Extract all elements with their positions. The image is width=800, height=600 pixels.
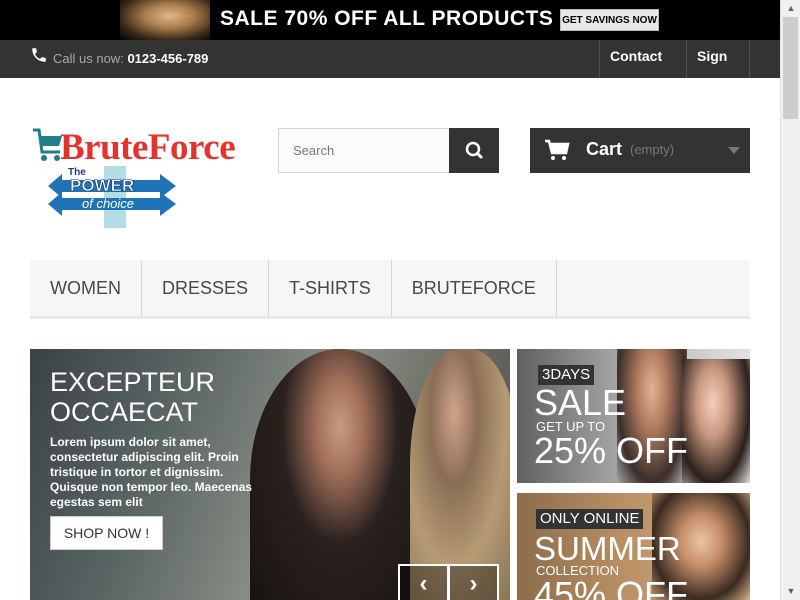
chevron-right-icon[interactable]: › bbox=[448, 564, 499, 600]
banner-text: SALE 70% OFF ALL PRODUCTS bbox=[220, 7, 554, 30]
call-label: Call us now: bbox=[53, 51, 124, 66]
scroll-down-arrow-icon[interactable]: ▼ bbox=[781, 583, 800, 600]
scroll-thumb[interactable] bbox=[783, 17, 798, 119]
promo-discount: 25% OFF bbox=[534, 430, 689, 471]
header-nav: Call us now: 0123-456-789 Contact us Sig… bbox=[0, 40, 780, 97]
promo-model-woman bbox=[682, 359, 750, 483]
page-scrollbar[interactable]: ▲ ▼ bbox=[780, 0, 800, 600]
logo-choice-text: of choice bbox=[82, 196, 134, 211]
sign-in-link[interactable]: Sign in bbox=[686, 40, 750, 97]
phone-icon bbox=[32, 48, 46, 62]
cart-icon bbox=[545, 139, 570, 160]
shop-now-button[interactable]: SHOP NOW ! bbox=[50, 516, 163, 550]
promo-banner-summer[interactable]: ONLY ONLINE SUMMER COLLECTION 45% OFF bbox=[517, 493, 750, 600]
slider-title: EXCEPTEUR OCCAECAT bbox=[50, 367, 216, 427]
promo-headline: SUMMER bbox=[534, 530, 681, 567]
menu-item-bruteforce[interactable]: BRUTEFORCE bbox=[392, 260, 557, 316]
menu-item-tshirts[interactable]: T-SHIRTS bbox=[269, 260, 392, 316]
logo-brand: BruteForce bbox=[60, 127, 236, 168]
menu-item-women[interactable]: WOMEN bbox=[30, 260, 142, 316]
promo-headline: SALE bbox=[534, 382, 627, 423]
cart-label: Cart bbox=[586, 139, 623, 159]
banner-model-image bbox=[120, 0, 210, 40]
phone-info: Call us now: 0123-456-789 bbox=[53, 51, 208, 66]
cart-status: (empty) bbox=[630, 142, 675, 157]
promo-banner-sale[interactable]: 3DAYS SALE GET UP TO 25% OFF bbox=[517, 349, 750, 483]
promo-discount: 45% OFF bbox=[534, 574, 689, 600]
site-logo[interactable]: BruteForce The POWER of choice bbox=[30, 124, 240, 232]
promo-badge: ONLY ONLINE bbox=[536, 509, 644, 529]
get-savings-button[interactable]: GET SAVINGS NOW bbox=[560, 9, 659, 31]
cart-button[interactable]: Cart (empty) bbox=[530, 128, 750, 173]
slider-description: Lorem ipsum dolor sit amet, consectetur … bbox=[50, 435, 253, 509]
search-button[interactable] bbox=[449, 128, 499, 173]
logo-tagline: The POWER of choice bbox=[48, 166, 176, 228]
search-input[interactable] bbox=[278, 128, 450, 173]
chevron-left-icon[interactable]: ‹ bbox=[398, 564, 449, 600]
contact-us-link[interactable]: Contact us bbox=[599, 40, 686, 97]
main-menu: WOMEN DRESSES T-SHIRTS BRUTEFORCE bbox=[30, 260, 750, 319]
menu-item-dresses[interactable]: DRESSES bbox=[142, 260, 270, 316]
top-promo-banner[interactable]: SALE 70% OFF ALL PRODUCTS GET SAVINGS NO… bbox=[0, 0, 780, 40]
chevron-down-icon bbox=[728, 147, 740, 154]
home-slider: EXCEPTEUR OCCAECAT Lorem ipsum dolor sit… bbox=[30, 349, 510, 600]
scroll-up-arrow-icon[interactable]: ▲ bbox=[781, 0, 800, 17]
phone-number: 0123-456-789 bbox=[127, 51, 209, 66]
logo-power-text: POWER bbox=[70, 176, 134, 195]
search-icon bbox=[465, 141, 483, 159]
slider-model-man bbox=[410, 349, 510, 600]
